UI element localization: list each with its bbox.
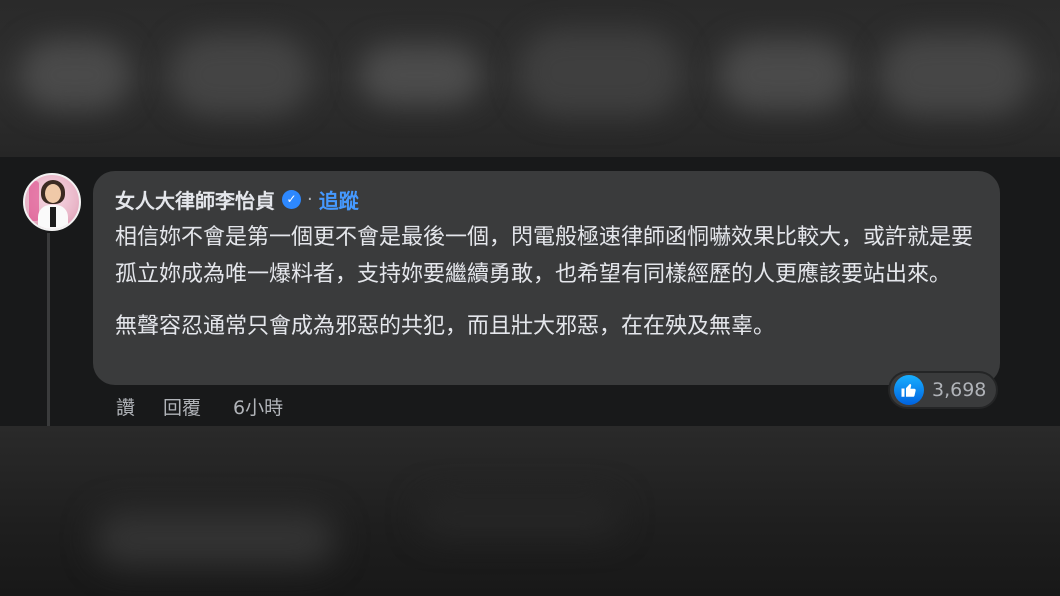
thumbs-up-icon: [894, 375, 924, 405]
author-name[interactable]: 女人大律師李怡貞: [115, 185, 275, 214]
reaction-summary[interactable]: 3,698: [890, 373, 996, 407]
comment-paragraph-1: 相信妳不會是第一個更不會是最後一個，閃電般極速律師函恫嚇效果比較大，或許就是要孤…: [115, 225, 974, 287]
thread-line: [47, 233, 50, 426]
blurred-content-bottom: [0, 426, 1060, 596]
avatar[interactable]: [23, 173, 81, 231]
comment-panel: 女人大律師李怡貞 ✓ · 追蹤 相信妳不會是第一個更不會是最後一個，閃電般極速律…: [0, 157, 1060, 426]
comment-bubble: 女人大律師李怡貞 ✓ · 追蹤 相信妳不會是第一個更不會是最後一個，閃電般極速律…: [93, 171, 1000, 385]
author-row: 女人大律師李怡貞 ✓ · 追蹤: [115, 185, 359, 213]
like-button[interactable]: 讚: [116, 393, 135, 420]
blurred-content-top: [0, 0, 1060, 157]
comment-paragraph-2: 無聲容忍通常只會成為邪惡的共犯，而且壯大邪惡，在在殃及無辜。: [115, 314, 776, 339]
follow-link[interactable]: 追蹤: [319, 185, 359, 214]
comment-text: 相信妳不會是第一個更不會是最後一個，閃電般極速律師函恫嚇效果比較大，或許就是要孤…: [115, 219, 985, 345]
verified-checkmark-icon: ✓: [282, 189, 301, 209]
separator-dot: ·: [307, 188, 313, 210]
comment-actions: 讚 回覆 6小時: [116, 393, 283, 420]
reply-button[interactable]: 回覆: [163, 393, 201, 420]
timestamp[interactable]: 6小時: [233, 393, 283, 420]
reaction-count: 3,698: [932, 379, 987, 401]
